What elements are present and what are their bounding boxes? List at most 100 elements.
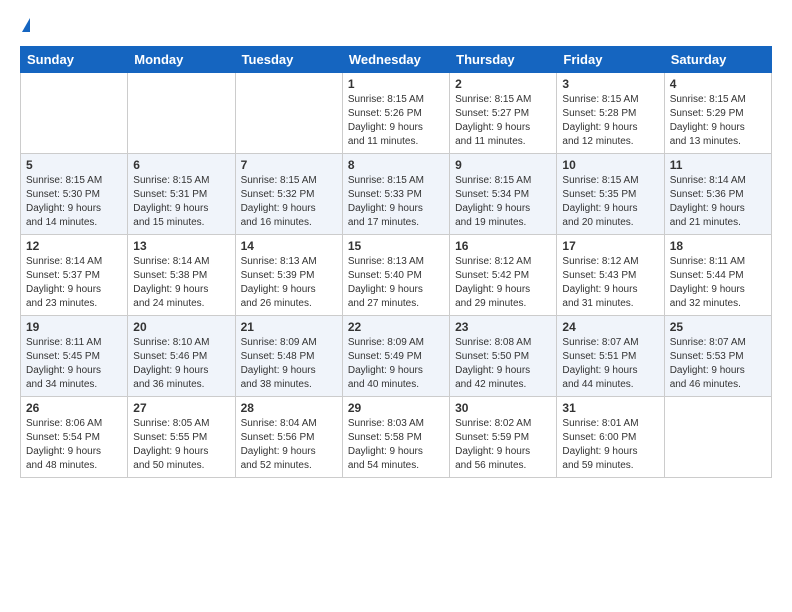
day-number: 26 xyxy=(26,401,122,415)
day-info: Sunrise: 8:13 AM Sunset: 5:39 PM Dayligh… xyxy=(241,255,337,311)
calendar-cell: 19 Sunrise: 8:11 AM Sunset: 5:45 PM Dayli… xyxy=(21,316,128,397)
day-number: 18 xyxy=(670,239,766,253)
logo-triangle-icon xyxy=(22,18,30,32)
day-number: 2 xyxy=(455,77,551,91)
day-info: Sunrise: 8:14 AM Sunset: 5:36 PM Dayligh… xyxy=(670,174,766,230)
day-number: 7 xyxy=(241,158,337,172)
day-number: 16 xyxy=(455,239,551,253)
day-info: Sunrise: 8:09 AM Sunset: 5:49 PM Dayligh… xyxy=(348,336,444,392)
weekday-header-row: SundayMondayTuesdayWednesdayThursdayFrid… xyxy=(21,47,772,73)
weekday-header-tuesday: Tuesday xyxy=(235,47,342,73)
calendar-table: SundayMondayTuesdayWednesdayThursdayFrid… xyxy=(20,46,772,478)
day-info: Sunrise: 8:12 AM Sunset: 5:43 PM Dayligh… xyxy=(562,255,658,311)
day-number: 17 xyxy=(562,239,658,253)
calendar-cell: 9 Sunrise: 8:15 AM Sunset: 5:34 PM Daylig… xyxy=(450,154,557,235)
day-info: Sunrise: 8:11 AM Sunset: 5:45 PM Dayligh… xyxy=(26,336,122,392)
day-info: Sunrise: 8:06 AM Sunset: 5:54 PM Dayligh… xyxy=(26,417,122,473)
day-info: Sunrise: 8:08 AM Sunset: 5:50 PM Dayligh… xyxy=(455,336,551,392)
day-info: Sunrise: 8:15 AM Sunset: 5:31 PM Dayligh… xyxy=(133,174,229,230)
calendar-cell: 18 Sunrise: 8:11 AM Sunset: 5:44 PM Dayli… xyxy=(664,235,771,316)
calendar-cell: 20 Sunrise: 8:10 AM Sunset: 5:46 PM Dayli… xyxy=(128,316,235,397)
calendar-cell: 15Sunrise: 8:13 AM Sunset: 5:40 PM Dayli… xyxy=(342,235,449,316)
day-number: 14 xyxy=(241,239,337,253)
weekday-header-saturday: Saturday xyxy=(664,47,771,73)
day-info: Sunrise: 8:14 AM Sunset: 5:37 PM Dayligh… xyxy=(26,255,122,311)
calendar-cell: 1 Sunrise: 8:15 AM Sunset: 5:26 PM Daylig… xyxy=(342,73,449,154)
calendar-cell: 5Sunrise: 8:15 AM Sunset: 5:30 PM Daylig… xyxy=(21,154,128,235)
weekday-header-wednesday: Wednesday xyxy=(342,47,449,73)
calendar-cell: 12 Sunrise: 8:14 AM Sunset: 5:37 PM Dayli… xyxy=(21,235,128,316)
day-info: Sunrise: 8:15 AM Sunset: 5:35 PM Dayligh… xyxy=(562,174,658,230)
day-number: 12 xyxy=(26,239,122,253)
calendar-cell: 22 Sunrise: 8:09 AM Sunset: 5:49 PM Dayli… xyxy=(342,316,449,397)
day-info: Sunrise: 8:15 AM Sunset: 5:33 PM Dayligh… xyxy=(348,174,444,230)
day-number: 21 xyxy=(241,320,337,334)
calendar-week-row: 26 Sunrise: 8:06 AM Sunset: 5:54 PM Dayli… xyxy=(21,397,772,478)
day-info: Sunrise: 8:04 AM Sunset: 5:56 PM Dayligh… xyxy=(241,417,337,473)
day-number: 13 xyxy=(133,239,229,253)
page-header xyxy=(20,16,772,36)
day-info: Sunrise: 8:11 AM Sunset: 5:44 PM Dayligh… xyxy=(670,255,766,311)
day-info: Sunrise: 8:07 AM Sunset: 5:51 PM Dayligh… xyxy=(562,336,658,392)
day-number: 6 xyxy=(133,158,229,172)
calendar-cell: 28 Sunrise: 8:04 AM Sunset: 5:56 PM Dayli… xyxy=(235,397,342,478)
day-number: 19 xyxy=(26,320,122,334)
day-number: 22 xyxy=(348,320,444,334)
calendar-cell: 21Sunrise: 8:09 AM Sunset: 5:48 PM Dayli… xyxy=(235,316,342,397)
day-number: 24 xyxy=(562,320,658,334)
calendar-cell: 25Sunrise: 8:07 AM Sunset: 5:53 PM Dayli… xyxy=(664,316,771,397)
day-info: Sunrise: 8:12 AM Sunset: 5:42 PM Dayligh… xyxy=(455,255,551,311)
day-number: 10 xyxy=(562,158,658,172)
calendar-cell: 14 Sunrise: 8:13 AM Sunset: 5:39 PM Dayli… xyxy=(235,235,342,316)
day-info: Sunrise: 8:15 AM Sunset: 5:26 PM Dayligh… xyxy=(348,93,444,149)
weekday-header-monday: Monday xyxy=(128,47,235,73)
day-info: Sunrise: 8:14 AM Sunset: 5:38 PM Dayligh… xyxy=(133,255,229,311)
calendar-cell: 26 Sunrise: 8:06 AM Sunset: 5:54 PM Dayli… xyxy=(21,397,128,478)
day-number: 15 xyxy=(348,239,444,253)
day-info: Sunrise: 8:15 AM Sunset: 5:27 PM Dayligh… xyxy=(455,93,551,149)
calendar-cell: 3Sunrise: 8:15 AM Sunset: 5:28 PM Daylig… xyxy=(557,73,664,154)
calendar-cell: 30 Sunrise: 8:02 AM Sunset: 5:59 PM Dayli… xyxy=(450,397,557,478)
weekday-header-sunday: Sunday xyxy=(21,47,128,73)
day-number: 9 xyxy=(455,158,551,172)
calendar-cell xyxy=(235,73,342,154)
day-info: Sunrise: 8:15 AM Sunset: 5:34 PM Dayligh… xyxy=(455,174,551,230)
day-number: 20 xyxy=(133,320,229,334)
day-info: Sunrise: 8:15 AM Sunset: 5:30 PM Dayligh… xyxy=(26,174,122,230)
day-info: Sunrise: 8:03 AM Sunset: 5:58 PM Dayligh… xyxy=(348,417,444,473)
calendar-cell: 27Sunrise: 8:05 AM Sunset: 5:55 PM Dayli… xyxy=(128,397,235,478)
day-number: 1 xyxy=(348,77,444,91)
day-number: 31 xyxy=(562,401,658,415)
calendar-cell: 7 Sunrise: 8:15 AM Sunset: 5:32 PM Daylig… xyxy=(235,154,342,235)
calendar-cell: 23 Sunrise: 8:08 AM Sunset: 5:50 PM Dayli… xyxy=(450,316,557,397)
calendar-cell xyxy=(128,73,235,154)
calendar-cell: 2 Sunrise: 8:15 AM Sunset: 5:27 PM Daylig… xyxy=(450,73,557,154)
calendar-cell: 6 Sunrise: 8:15 AM Sunset: 5:31 PM Daylig… xyxy=(128,154,235,235)
day-number: 28 xyxy=(241,401,337,415)
logo-top xyxy=(20,16,30,36)
calendar-cell: 10 Sunrise: 8:15 AM Sunset: 5:35 PM Dayli… xyxy=(557,154,664,235)
day-info: Sunrise: 8:02 AM Sunset: 5:59 PM Dayligh… xyxy=(455,417,551,473)
day-number: 3 xyxy=(562,77,658,91)
calendar-week-row: 19 Sunrise: 8:11 AM Sunset: 5:45 PM Dayli… xyxy=(21,316,772,397)
weekday-header-thursday: Thursday xyxy=(450,47,557,73)
day-number: 8 xyxy=(348,158,444,172)
day-info: Sunrise: 8:05 AM Sunset: 5:55 PM Dayligh… xyxy=(133,417,229,473)
calendar-cell: 29Sunrise: 8:03 AM Sunset: 5:58 PM Dayli… xyxy=(342,397,449,478)
calendar-week-row: 1 Sunrise: 8:15 AM Sunset: 5:26 PM Daylig… xyxy=(21,73,772,154)
day-number: 23 xyxy=(455,320,551,334)
calendar-cell xyxy=(21,73,128,154)
day-info: Sunrise: 8:15 AM Sunset: 5:32 PM Dayligh… xyxy=(241,174,337,230)
day-info: Sunrise: 8:10 AM Sunset: 5:46 PM Dayligh… xyxy=(133,336,229,392)
calendar-cell: 13 Sunrise: 8:14 AM Sunset: 5:38 PM Dayli… xyxy=(128,235,235,316)
calendar-week-row: 12 Sunrise: 8:14 AM Sunset: 5:37 PM Dayli… xyxy=(21,235,772,316)
day-number: 30 xyxy=(455,401,551,415)
day-number: 11 xyxy=(670,158,766,172)
logo xyxy=(20,16,30,36)
day-info: Sunrise: 8:01 AM Sunset: 6:00 PM Dayligh… xyxy=(562,417,658,473)
calendar-cell: 4Sunrise: 8:15 AM Sunset: 5:29 PM Daylig… xyxy=(664,73,771,154)
calendar-cell: 16 Sunrise: 8:12 AM Sunset: 5:42 PM Dayli… xyxy=(450,235,557,316)
calendar-cell xyxy=(664,397,771,478)
day-number: 4 xyxy=(670,77,766,91)
day-info: Sunrise: 8:07 AM Sunset: 5:53 PM Dayligh… xyxy=(670,336,766,392)
